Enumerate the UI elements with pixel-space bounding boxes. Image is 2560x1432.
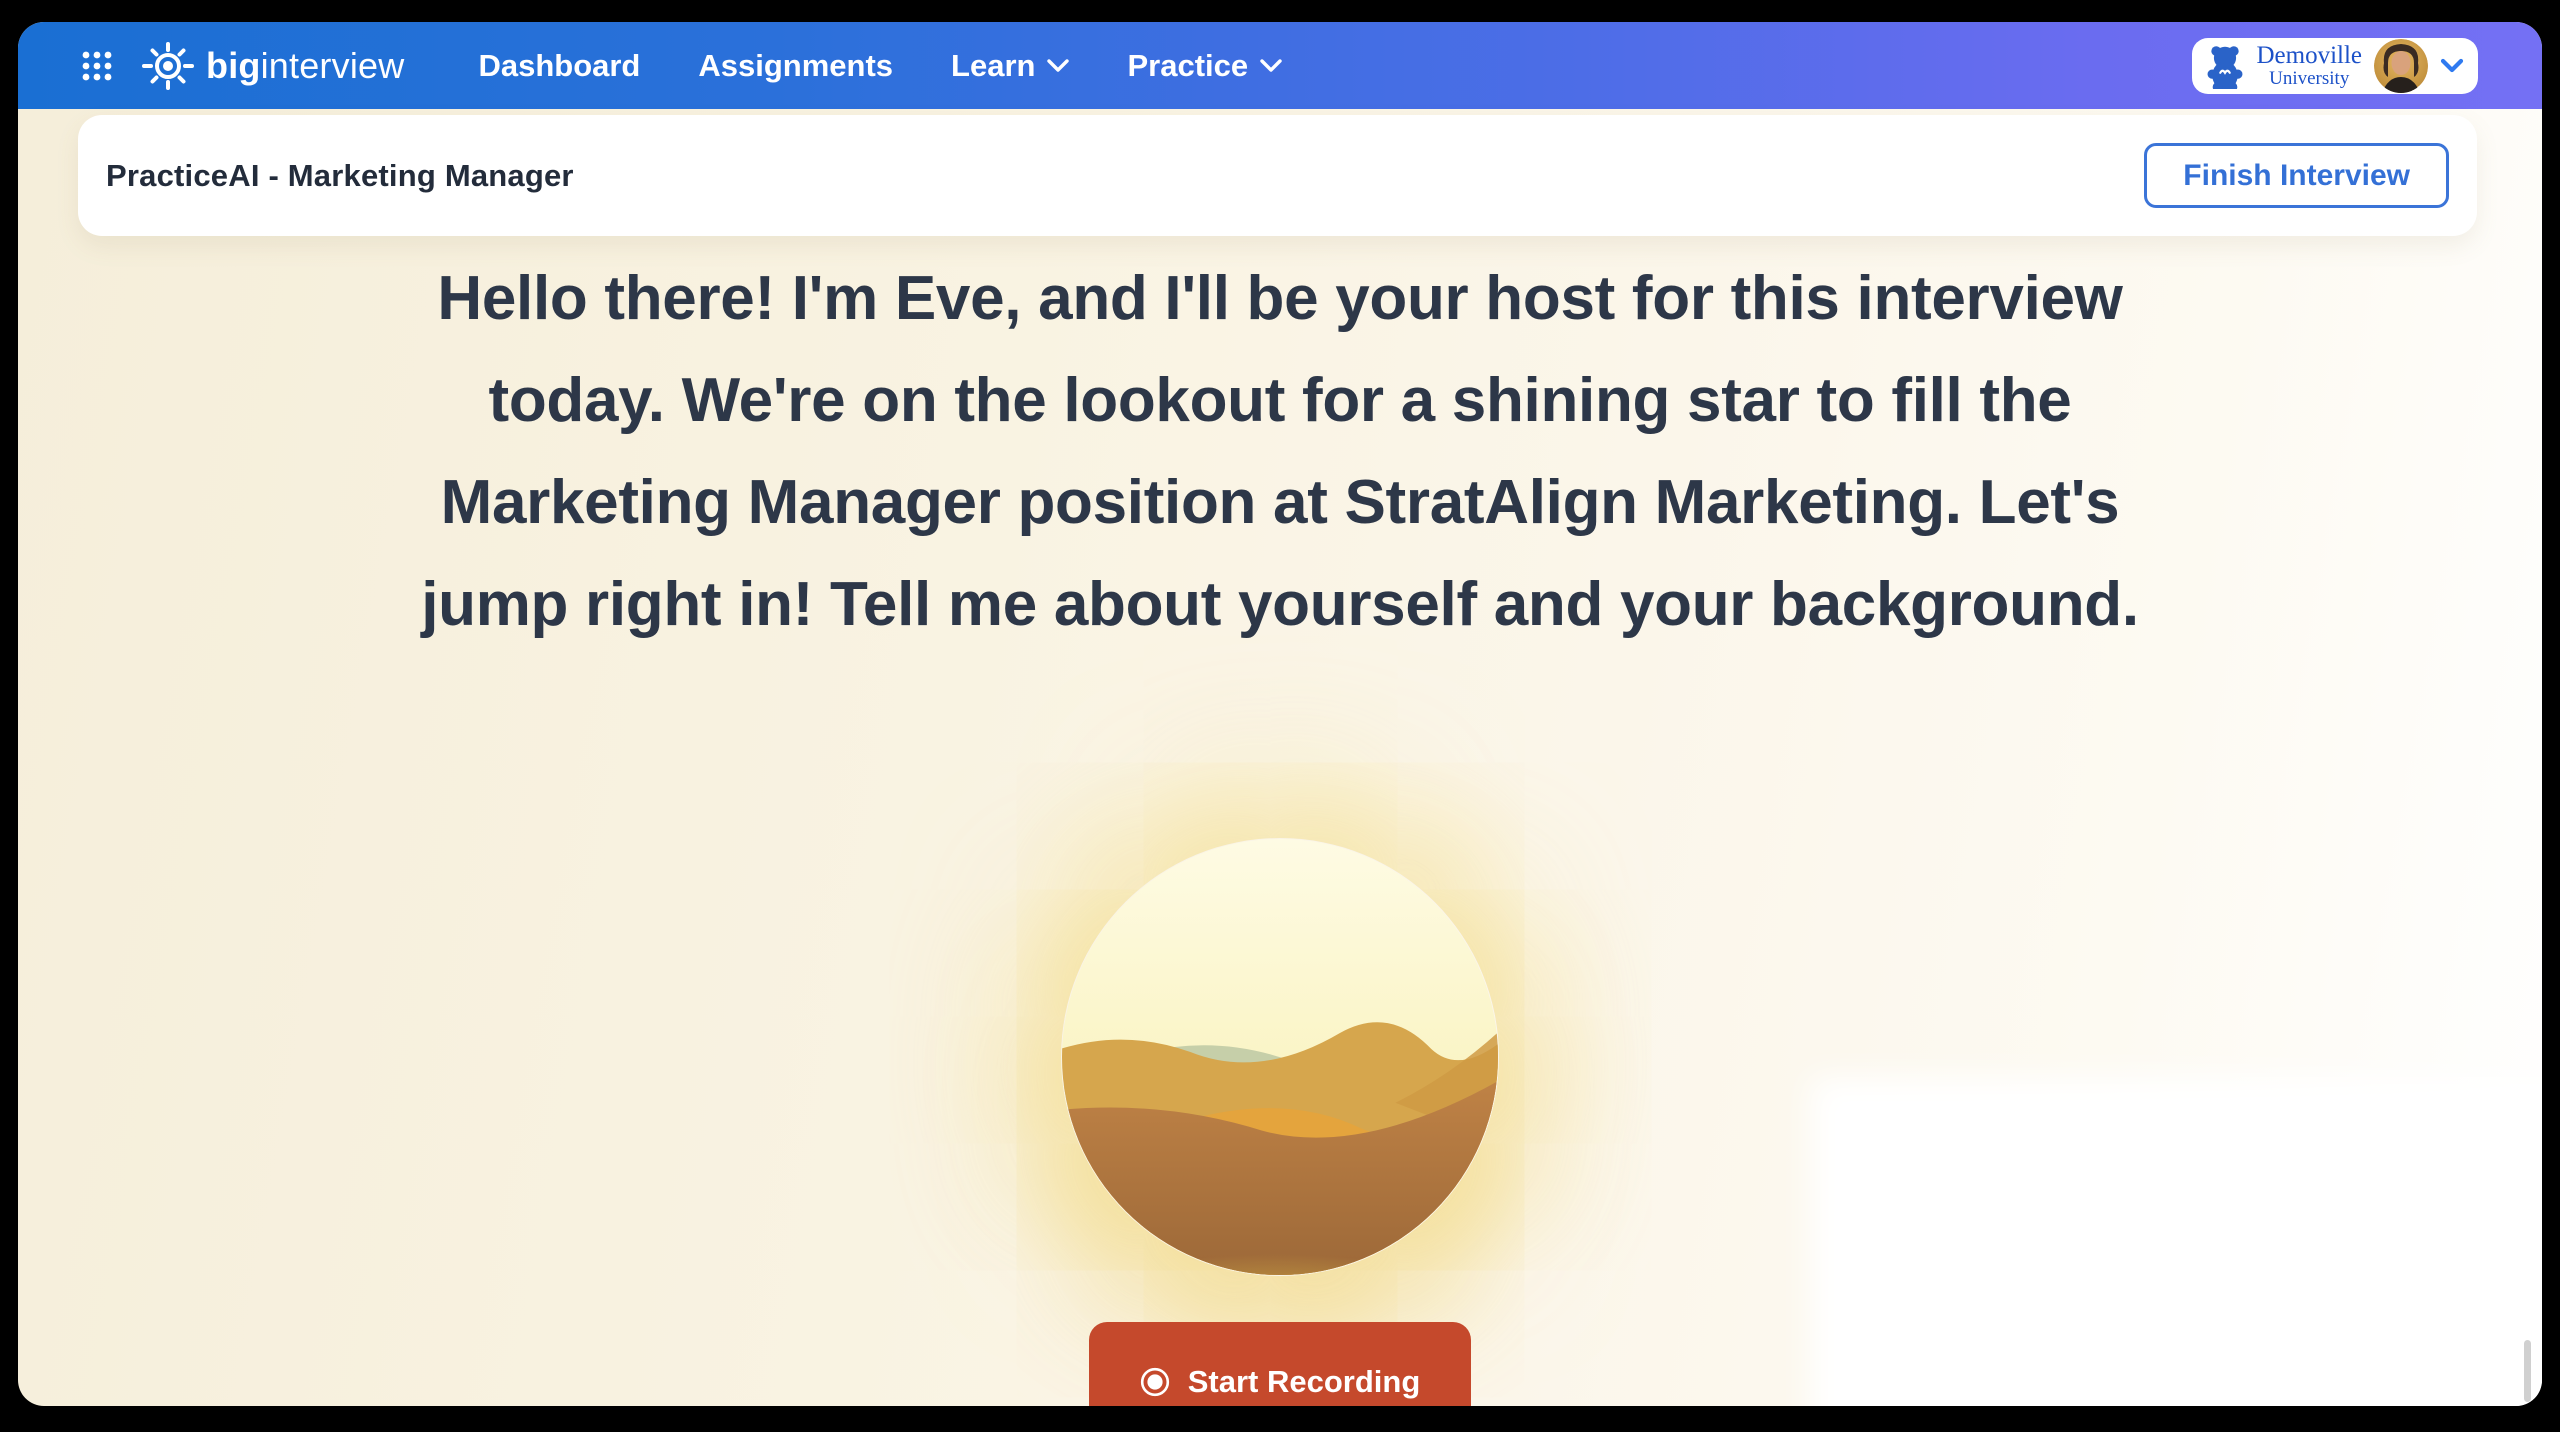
app-launcher-grid-icon[interactable] [82,51,112,81]
ai-voice-orb [1061,838,1499,1276]
finish-interview-button[interactable]: Finish Interview [2144,143,2449,208]
chevron-down-icon [2440,58,2464,73]
greeting-line: Marketing Manager position at StratAlign… [290,452,2270,554]
interviewer-greeting: Hello there! I'm Eve, and I'll be your h… [290,248,2270,656]
logo-wordmark: biginterview [206,45,404,87]
nav-item-label: Practice [1127,48,1248,84]
app-window: biginterview Dashboard Assignments Learn… [18,22,2542,1406]
nav-item-label: Learn [951,48,1035,84]
nav-item-label: Dashboard [478,48,640,84]
nav-item-practice[interactable]: Practice [1127,48,1282,84]
biginterview-logo[interactable]: biginterview [142,40,404,92]
nav-links: Dashboard Assignments Learn Practice [478,48,1282,84]
record-button-label: Start Recording [1188,1364,1421,1400]
nav-item-learn[interactable]: Learn [951,48,1069,84]
bear-icon [2206,43,2244,89]
greeting-line: jump right in! Tell me about yourself an… [290,554,2270,656]
chevron-down-icon [1047,59,1069,73]
org-name: Demoville University [2256,43,2362,88]
greeting-line: today. We're on the lookout for a shinin… [290,350,2270,452]
page-title: PracticeAI - Marketing Manager [106,158,574,194]
chevron-down-icon [1260,59,1282,73]
interview-header-card: PracticeAI - Marketing Manager Finish In… [78,115,2477,236]
nav-item-dashboard[interactable]: Dashboard [478,48,640,84]
sun-logo-icon [142,40,194,92]
top-navbar: biginterview Dashboard Assignments Learn… [18,22,2542,109]
record-icon [1140,1367,1170,1397]
avatar[interactable] [2374,39,2428,93]
greeting-line: Hello there! I'm Eve, and I'll be your h… [290,248,2270,350]
nav-item-label: Assignments [698,48,893,84]
account-menu[interactable]: Demoville University [2192,38,2478,94]
scrollbar-thumb[interactable] [2524,1340,2531,1402]
start-recording-button[interactable]: Start Recording [1089,1322,1471,1406]
nav-item-assignments[interactable]: Assignments [698,48,893,84]
background-white-patch [1810,1077,2542,1406]
